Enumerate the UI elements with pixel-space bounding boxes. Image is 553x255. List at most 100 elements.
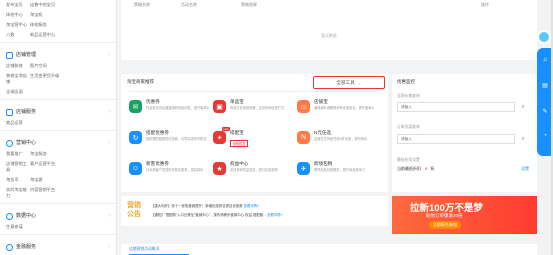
announcement-item: 【重大利好】双十一参售营销提升！新增优惠券全类目优惠券 查看详情»	[151, 203, 259, 208]
discount-monitor-panel: 优惠监控 全网价格查询 ⌕ 订单优惠查询 ⌕ 最低折扣设置 当前最低折扣 8 折…	[392, 74, 537, 192]
sidebar-link[interactable]: 我要推广	[6, 151, 28, 157]
tool-item[interactable]: ✦ Hot 搭配宝 全网首发	[213, 127, 299, 153]
tool-name: 优惠券	[146, 99, 160, 104]
sidebar-link[interactable]: 淘宝服务	[30, 151, 70, 157]
hot-badge: Hot	[222, 127, 230, 131]
tag-icon: ▣	[213, 100, 226, 113]
sidebar-link[interactable]: 装修宝淘店铺	[6, 73, 28, 85]
sidebar-link[interactable]: 店铺营销工具	[6, 161, 28, 173]
sidebar-link[interactable]: 体检中心	[6, 12, 28, 18]
bell-icon[interactable]: ♫	[541, 56, 549, 64]
tool-desc: 商品打折促销利器，支持多种优惠方式	[230, 106, 285, 110]
tool-item[interactable]: ✉ 优惠券 代金券支持店铺通用和商品优惠，提升客单价	[129, 98, 215, 122]
tool-desc: 针对新客户发放的专属优惠券，提高转化	[146, 168, 204, 172]
chevron-right-icon: ›	[108, 109, 110, 115]
section-title: 营销中心	[16, 140, 37, 147]
section-title: 金融服务	[16, 244, 37, 251]
tool-item[interactable]: ↻ 搭配优惠券 提供搭配套餐的优惠券，引导买家多件购买	[129, 129, 215, 153]
field-label: 最低折扣设置	[397, 158, 420, 162]
search-icon[interactable]: ⌕	[518, 102, 528, 112]
divider	[129, 91, 380, 92]
tool-item[interactable]: ▭ 店铺宝 满减满折满赠等多种优惠组合，提升客单价	[297, 98, 383, 122]
tool-name: 店铺宝	[314, 99, 328, 104]
sidebar-link[interactable]: 全球店面	[6, 89, 28, 95]
tool-item[interactable]: ☺ 新客优惠券 针对新客户发放的专属优惠券，提高转化	[129, 160, 215, 184]
coupon-icon: ✉	[129, 100, 142, 113]
sidebar-link[interactable]: 八数	[6, 32, 28, 38]
sidebar-link[interactable]: 出售中的宝贝	[30, 2, 70, 8]
tool-name: 搭配优惠券	[146, 130, 169, 135]
announcement-text: 【通知】"搭配购"入口迁移至"营销中心"，操作请移步营销中心-权益-搭配套...	[151, 213, 267, 217]
table-header: 策略名称 活动名称 策略效果 操作	[121, 0, 537, 10]
sidebar-link[interactable]: 图片空间	[30, 63, 70, 69]
sidebar: 发布宝贝 出售中的宝贝 体检中心 淘宝机 淘宝营中心 体检服务 八数 新品运营中…	[0, 0, 117, 255]
search-icon[interactable]: ⌕	[518, 134, 528, 144]
promo-badge: 全网首发	[230, 140, 248, 147]
tool-name: 新客优惠券	[146, 161, 169, 166]
banner-button[interactable]: 立即报名参加	[429, 221, 461, 229]
assistant-avatar[interactable]	[537, 30, 551, 44]
announcement-item: 【通知】"搭配购"入口迁移至"营销中心"，操作请移步营销中心-权益-搭配套...…	[151, 212, 282, 217]
sidebar-link[interactable]: 实时淘宝能力	[6, 187, 28, 199]
sidebar-link[interactable]: 体检服务	[30, 22, 70, 28]
tool-name: 单品宝	[230, 99, 244, 104]
tool-item[interactable]: ▣ 单品宝 商品打折促销利器，支持多种优惠方式	[213, 98, 299, 122]
tool-desc: 支持多种权益发放，提升买家复购	[230, 168, 278, 172]
section-title: 店铺服务	[16, 109, 37, 116]
tool-name: N元任选	[314, 130, 332, 135]
sidebar-link[interactable]: 客户运营平台	[30, 161, 70, 173]
tab-activity-overview[interactable]: 店铺营销活动概况	[129, 247, 159, 252]
banner-title: 拉新100万不是梦	[410, 203, 483, 214]
divider	[0, 42, 116, 43]
divider	[0, 234, 116, 235]
panel-title: 优惠监控	[397, 79, 415, 84]
feedback-icon[interactable]: ◔	[541, 132, 549, 140]
tools-panel: 淘宝商家推荐 全部工具 ⌄ ✉ 优惠券 代金券支持店铺通用和商品优惠，提升客单价…	[121, 74, 388, 192]
announcement-link[interactable]: 查看详情»	[267, 213, 282, 217]
sidebar-link[interactable]: 生意参谋	[6, 224, 28, 230]
tool-desc: 提供搭配套餐的优惠券，引导买家多件购买	[146, 137, 207, 141]
sidebar-link[interactable]: 新品运营中心	[30, 32, 70, 38]
sidebar-link[interactable]: 商品运营	[6, 120, 28, 126]
empty-state: 暂无数据	[321, 34, 337, 38]
column-header: 操作	[481, 2, 489, 7]
message-icon[interactable]: ▤	[541, 82, 549, 90]
chat-icon[interactable]: ✎	[541, 108, 549, 116]
promo-banner[interactable]: 拉新100万不是梦 助你订单爆发20倍 立即报名参加	[392, 196, 537, 234]
sidebar-link[interactable]: 淘宝机	[30, 12, 70, 18]
main-content: 策略名称 活动名称 策略效果 操作 暂无数据 淘宝商家推荐 全部工具 ⌄ ✉ 优…	[117, 0, 537, 255]
discount-setting-link[interactable]: 设置	[521, 166, 529, 172]
sidebar-section-marketing[interactable]: 营销中心 ›	[6, 138, 110, 148]
sidebar-section-shop[interactable]: 店铺管理 ›	[6, 50, 110, 60]
sidebar-link[interactable]: 淘宝营中心	[6, 22, 28, 28]
sidebar-link[interactable]: 内容营销平台	[30, 187, 70, 199]
announcement-text: 【重大利好】双十一参售营销提升！新增优惠券全类目优惠券	[151, 204, 244, 208]
data-icon	[6, 212, 13, 220]
user-icon: ☺	[129, 162, 142, 175]
sidebar-link[interactable]: 生活变更货升级	[30, 73, 70, 85]
tool-name: 跨境包税	[314, 161, 333, 166]
sidebar-link[interactable]: 淘宝客	[30, 177, 70, 183]
sidebar-link[interactable]: 发布宝贝	[6, 2, 28, 8]
shop-icon: ▭	[297, 100, 310, 113]
sidebar-section-finance[interactable]: 金融服务 ›	[6, 242, 110, 252]
tool-item[interactable]: N N元任选 店铺任意商品任选N件优惠，提升转化	[297, 129, 383, 153]
activity-overview-card: 店铺营销活动概况	[121, 244, 537, 255]
current-discount-unit: 折	[430, 166, 435, 171]
order-query-input[interactable]	[397, 134, 515, 144]
sidebar-link[interactable]: 店铺装修	[6, 63, 28, 69]
sidebar-section-service[interactable]: 店铺服务 ›	[6, 107, 110, 117]
chevron-right-icon: ›	[108, 244, 110, 250]
announcement-link[interactable]: 查看详情»	[244, 204, 259, 208]
column-header: 活动名称	[181, 2, 197, 7]
sidebar-link[interactable]: 淘金币	[6, 177, 28, 183]
all-tools-button[interactable]: 全部工具 ⌄	[313, 76, 385, 89]
panel-title: 淘宝商家推荐	[127, 79, 154, 84]
tool-name: 搭配宝	[230, 130, 244, 135]
price-query-input[interactable]	[397, 102, 515, 112]
sidebar-section-data[interactable]: 数据中心 ›	[6, 211, 110, 221]
gift-icon: ✦	[213, 131, 226, 144]
banner-subtitle: 助你订单爆发20倍	[426, 213, 463, 218]
tool-item[interactable]: ✈ 跨境包税 跨境商品包税服务，提升商品竞争力	[297, 160, 383, 184]
tool-item[interactable]: ★ 权益中心 支持多种权益发放，提升买家复购	[213, 160, 299, 184]
